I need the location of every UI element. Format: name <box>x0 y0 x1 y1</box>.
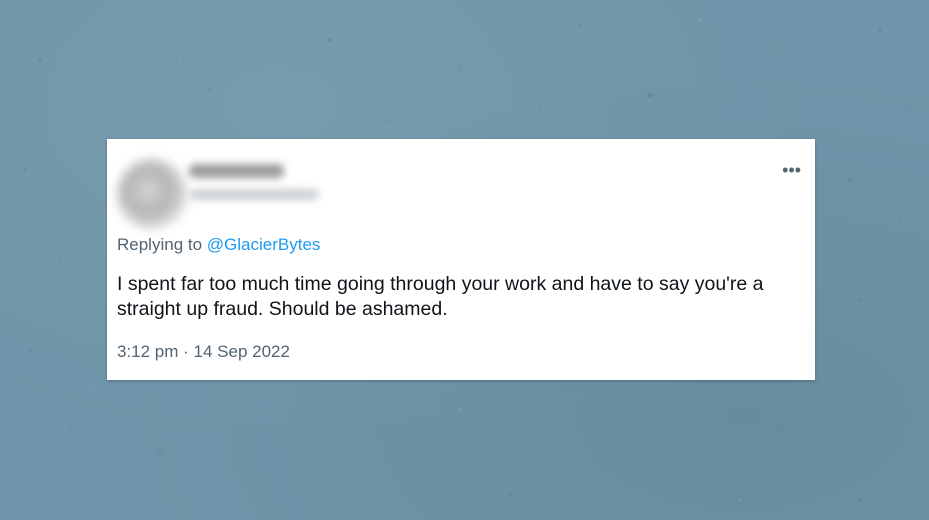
tweet-timestamp[interactable]: 3:12 pm · 14 Sep 2022 <box>117 342 290 362</box>
blurred-username <box>189 189 319 200</box>
mention-link[interactable]: @GlacierBytes <box>207 235 321 254</box>
tweet-text: I spent far too much time going through … <box>117 273 764 320</box>
tweet-card: ••• Replying to @GlacierBytes I spent fa… <box>107 139 815 380</box>
blurred-display-name <box>189 164 284 178</box>
more-options-icon[interactable]: ••• <box>782 161 801 179</box>
replying-to-line: Replying to @GlacierBytes <box>117 235 320 255</box>
replying-label: Replying to <box>117 235 203 254</box>
avatar[interactable] <box>117 159 187 229</box>
